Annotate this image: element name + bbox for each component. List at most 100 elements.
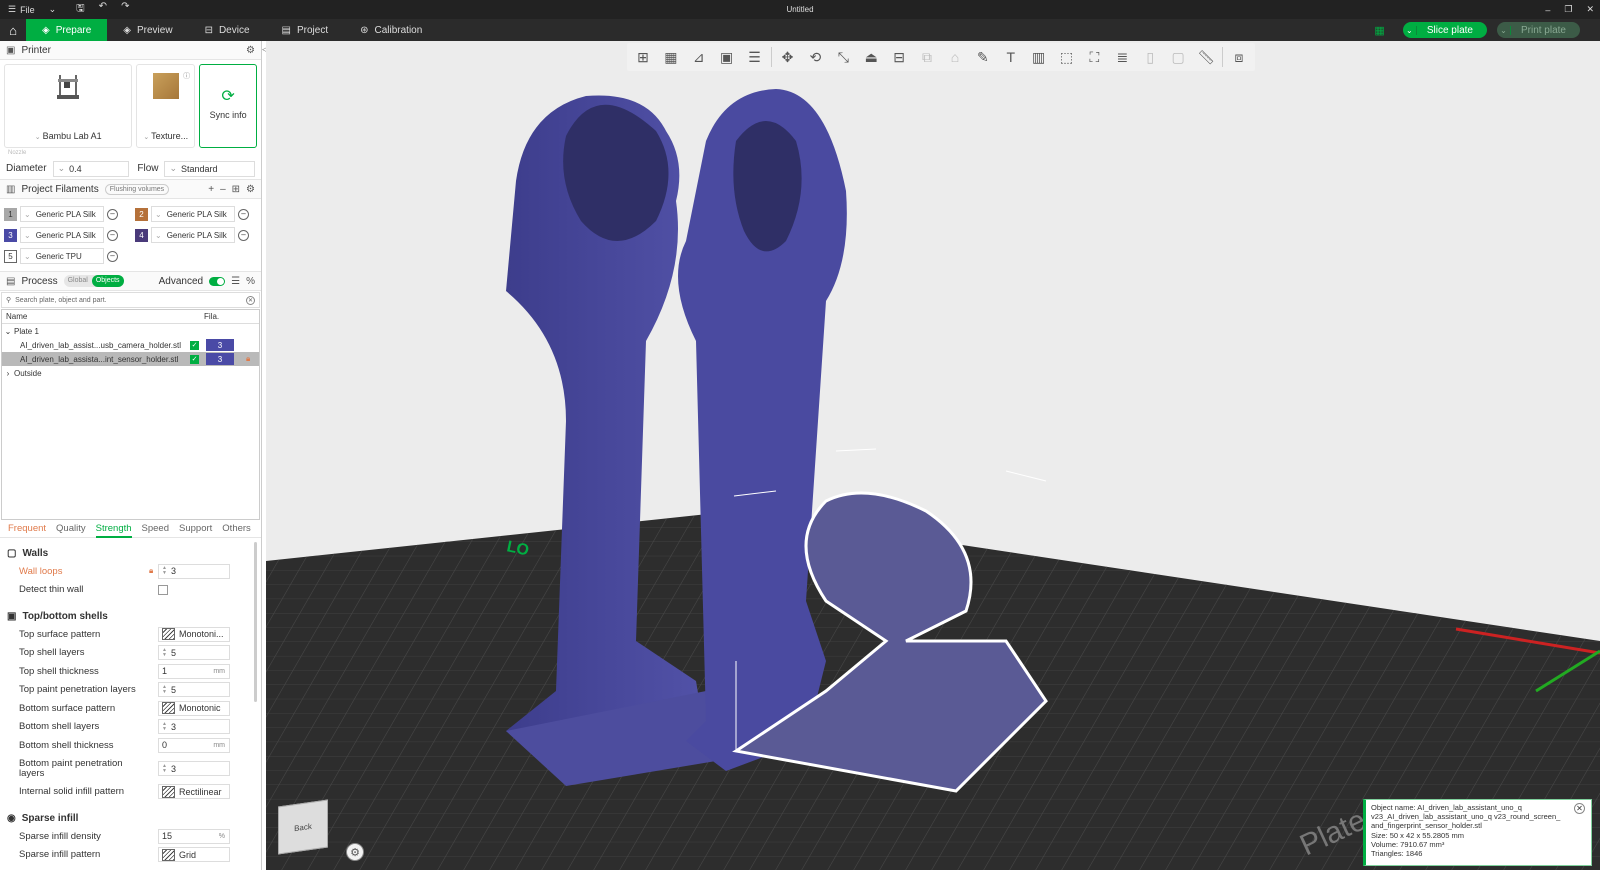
top-surface-pattern-select[interactable]: Monotoni... — [158, 626, 230, 642]
tab-calibration[interactable]: ⊛ Calibration — [344, 19, 438, 41]
save-icon[interactable]: 🖫 — [76, 1, 85, 18]
tab-quality[interactable]: Quality — [56, 523, 86, 534]
flushing-volumes-button[interactable]: Flushing volumes — [104, 183, 170, 195]
plate-type-selector[interactable]: ⓘ ⌄ Texture... — [136, 64, 196, 148]
clear-search-icon[interactable]: ✕ — [246, 295, 255, 305]
support-paint-icon[interactable]: ⌂ — [943, 46, 967, 68]
brim-icon[interactable]: ▢ — [1166, 46, 1190, 68]
filament-number[interactable]: 4 — [135, 228, 148, 242]
print-dropdown-icon[interactable]: ⌄ — [1497, 25, 1511, 35]
rotate-icon[interactable]: ⟲ — [803, 46, 827, 68]
object-filament[interactable]: 3 — [206, 353, 234, 365]
collapse-chevron-icon[interactable]: › — [2, 369, 14, 378]
percent-icon[interactable]: % — [246, 276, 255, 287]
filament-select[interactable]: ⌄ Generic PLA Silk — [20, 206, 104, 222]
filament-number[interactable]: 5 — [4, 249, 17, 263]
wall-loops-input[interactable]: ▲ ▼ 3 — [158, 563, 230, 579]
remove-filament-circle-icon[interactable]: – — [238, 208, 249, 220]
flow-select[interactable]: ⌄ Standard — [164, 160, 255, 177]
mirror-icon[interactable]: ▯ — [1138, 46, 1162, 68]
printer-selector[interactable]: ⌄ Bambu Lab A1 — [4, 64, 133, 148]
plate-row[interactable]: ⌄ Plate 1 — [2, 324, 259, 338]
top-shell-layers-input[interactable]: ▲ ▼ 5 — [158, 645, 230, 661]
filament-number[interactable]: 3 — [4, 228, 17, 242]
close-window-icon[interactable]: ✕ — [1586, 4, 1594, 15]
lay-on-face-icon[interactable]: ⏏ — [859, 46, 883, 68]
tab-device[interactable]: ⊟ Device — [189, 19, 266, 41]
tree-col-fila[interactable]: Fila. — [204, 312, 219, 321]
list-icon[interactable]: ☰ — [231, 276, 240, 287]
remove-filament-circle-icon[interactable]: – — [107, 250, 118, 262]
tree-col-name[interactable]: Name — [2, 312, 204, 321]
bottom-shell-thickness-input[interactable]: 0 mm — [158, 737, 230, 753]
advanced-switch[interactable] — [209, 276, 226, 286]
sparse-density-input[interactable]: 15% — [158, 828, 230, 844]
boolean-icon[interactable]: ⧉ — [915, 46, 939, 68]
slice-dropdown-icon[interactable]: ⌄ — [1403, 25, 1417, 35]
detect-thin-wall-checkbox[interactable] — [158, 584, 168, 595]
tab-others[interactable]: Others — [222, 523, 251, 534]
global-option[interactable]: Global — [64, 275, 92, 287]
lock-icon[interactable]: 🔒︎ — [149, 566, 153, 576]
text-icon[interactable]: T — [999, 46, 1023, 68]
table-row-selected[interactable]: AI_driven_lab_assista...int_sensor_holde… — [2, 352, 259, 366]
visible-checkbox[interactable]: ✓ — [190, 340, 199, 350]
remove-filament-circle-icon[interactable]: – — [107, 208, 118, 220]
filament-number[interactable]: 2 — [135, 207, 148, 221]
print-plate-button[interactable]: ⌄ Print plate — [1496, 22, 1580, 38]
restore-icon[interactable]: ❐ — [1564, 4, 1572, 15]
seam-icon[interactable]: ▥ — [1027, 46, 1051, 68]
lock-icon[interactable]: 🔒︎ — [246, 354, 250, 364]
filament-select[interactable]: ⌄ Generic PLA Silk — [151, 227, 235, 243]
filament-select[interactable]: ⌄ Generic TPU — [20, 248, 104, 264]
close-icon[interactable]: ✕ — [1574, 803, 1585, 814]
table-row[interactable]: AI_driven_lab_assist...usb_camera_holder… — [2, 338, 259, 352]
object-filament[interactable]: 3 — [206, 339, 234, 351]
split-icon[interactable]: ☰ — [743, 46, 767, 68]
redo-icon[interactable]: ↷ — [121, 1, 129, 18]
arrange-icon[interactable]: ▣ — [715, 46, 739, 68]
cut-icon[interactable]: ⊟ — [887, 46, 911, 68]
sync-ams-icon[interactable]: ⊞ — [232, 184, 240, 195]
slice-plate-button[interactable]: ⌄ Slice plate — [1402, 22, 1487, 38]
top-shell-thickness-input[interactable]: 1 mm — [158, 663, 230, 679]
filament-select[interactable]: ⌄ Generic PLA Silk — [151, 206, 235, 222]
undo-icon[interactable]: ↶ — [99, 1, 107, 18]
assembly-icon[interactable]: ⧈ — [1227, 46, 1251, 68]
visible-checkbox[interactable]: ✓ — [190, 354, 199, 364]
color-paint-icon[interactable]: ✎ — [971, 46, 995, 68]
internal-solid-select[interactable]: Rectilinear — [158, 784, 230, 800]
measure-icon[interactable]: 📏︎ — [1194, 46, 1218, 68]
layers-icon[interactable]: ≣ — [1110, 46, 1134, 68]
bottom-paint-input[interactable]: ▲ ▼ 3 — [158, 761, 230, 776]
view-cube[interactable]: Back — [278, 799, 328, 855]
remove-filament-circle-icon[interactable]: – — [107, 229, 118, 241]
tab-preview[interactable]: ◈ Preview — [107, 19, 188, 41]
object-search[interactable]: ⚲ Search plate, object and part. ✕ — [1, 292, 260, 308]
tab-project[interactable]: ▤ Project — [266, 19, 345, 41]
printer-settings-gear-icon[interactable]: ⚙ — [246, 45, 255, 56]
tab-frequent[interactable]: Frequent — [8, 523, 46, 534]
scene-canvas[interactable]: Plate LO — [266, 41, 1600, 870]
global-objects-toggle[interactable]: Global Objects — [63, 275, 124, 287]
tab-prepare[interactable]: ◈ Prepare — [26, 19, 108, 41]
add-object-icon[interactable]: ⊞ — [631, 46, 655, 68]
file-menu[interactable]: ☰ File ⌄ — [0, 4, 64, 15]
bottom-shell-layers-input[interactable]: ▲ ▼ 3 — [158, 719, 230, 735]
remove-filament-icon[interactable]: – — [220, 184, 226, 195]
tab-support[interactable]: Support — [179, 523, 212, 534]
tab-strength[interactable]: Strength — [95, 520, 132, 538]
sync-info-button[interactable]: ⟳ Sync info — [199, 64, 257, 148]
scale-icon[interactable]: ⤡ — [831, 46, 855, 68]
info-icon[interactable]: ⓘ — [183, 71, 190, 81]
cube-view-icon[interactable]: ⬚ — [1055, 46, 1079, 68]
objects-option[interactable]: Objects — [91, 275, 124, 287]
auto-orient-icon[interactable]: ⊿ — [687, 46, 711, 68]
filament-number[interactable]: 1 — [4, 207, 17, 221]
filament-settings-gear-icon[interactable]: ⚙ — [246, 184, 255, 195]
home-icon[interactable]: ⌂ — [0, 19, 26, 41]
remove-filament-circle-icon[interactable]: – — [238, 229, 249, 241]
sparse-pattern-select[interactable]: Grid — [158, 847, 230, 863]
tab-speed[interactable]: Speed — [142, 523, 169, 534]
bottom-surface-pattern-select[interactable]: Monotonic — [158, 700, 230, 716]
